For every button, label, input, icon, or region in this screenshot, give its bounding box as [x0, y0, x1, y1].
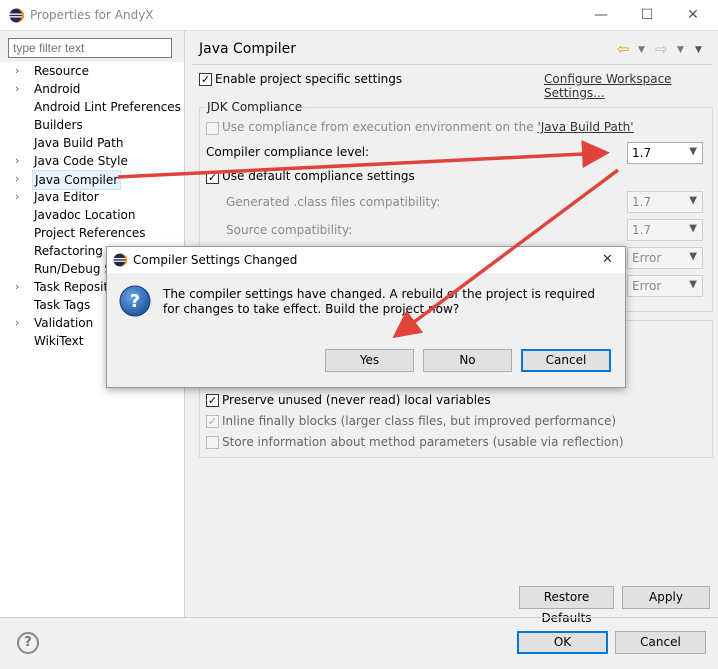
- chevron-down-icon: ▼: [689, 279, 697, 290]
- eclipse-icon: [9, 8, 24, 23]
- preserve-unused-label: Preserve unused (never read) local varia…: [222, 393, 491, 407]
- use-exec-env-label: Use compliance from execution environmen…: [222, 120, 634, 134]
- tree-item-label: Builders: [34, 118, 83, 132]
- minimize-button[interactable]: —: [578, 0, 624, 30]
- chevron-down-icon: ▼: [689, 195, 697, 206]
- inline-finally-label: Inline finally blocks (larger class file…: [222, 414, 617, 428]
- compliance-level-select[interactable]: 1.7 ▼: [627, 142, 703, 164]
- source-compat-label: Source compatibility:: [226, 223, 353, 237]
- page-title: Java Compiler: [199, 41, 297, 57]
- eclipse-icon: [113, 253, 127, 267]
- chevron-right-icon[interactable]: ›: [15, 62, 25, 80]
- tree-item-label: Validation: [34, 316, 94, 330]
- enable-specific-checkbox[interactable]: ✓: [199, 73, 212, 86]
- tree-item-label: WikiText: [34, 334, 84, 348]
- dialog-title: Compiler Settings Changed: [133, 253, 298, 267]
- source-compat-value: 1.7: [632, 223, 652, 237]
- use-default-label: Use default compliance settings: [222, 169, 415, 183]
- help-icon[interactable]: ?: [17, 632, 39, 654]
- ok-button[interactable]: OK: [517, 631, 608, 654]
- tree-item-label: Task Tags: [34, 298, 91, 312]
- chevron-right-icon[interactable]: ›: [15, 278, 25, 296]
- dialog-titlebar: Compiler Settings Changed ✕: [107, 247, 625, 273]
- chevron-right-icon[interactable]: ›: [15, 152, 25, 170]
- tree-item-label: Refactoring H: [34, 244, 116, 258]
- chevron-right-icon[interactable]: ›: [15, 80, 25, 98]
- tree-item-label: Android: [34, 82, 81, 96]
- java-build-path-link[interactable]: 'Java Build Path': [537, 120, 633, 134]
- cancel-button[interactable]: Cancel: [615, 631, 706, 654]
- use-exec-env-checkbox[interactable]: [206, 122, 219, 135]
- back-dropdown-icon[interactable]: ▼: [638, 45, 645, 55]
- chevron-down-icon: ▼: [689, 223, 697, 234]
- generated-compat-label: Generated .class files compatibility:: [226, 195, 441, 209]
- window-title: Properties for AndyX: [30, 8, 154, 22]
- error-select-1-value: Error: [632, 251, 662, 265]
- configure-workspace-link[interactable]: Configure Workspace Settings...: [544, 72, 718, 100]
- tree-item-label: Java Code Style: [34, 154, 128, 168]
- no-button[interactable]: No: [423, 349, 512, 372]
- chevron-right-icon[interactable]: ›: [15, 188, 25, 206]
- inline-finally-checkbox[interactable]: ✓: [206, 415, 219, 428]
- dialog-close-button[interactable]: ✕: [602, 252, 613, 267]
- yes-button[interactable]: Yes: [325, 349, 414, 372]
- chevron-down-icon: ▼: [689, 146, 697, 157]
- error-select-1[interactable]: Error ▼: [627, 247, 703, 269]
- tree-item-label: Project References: [34, 226, 146, 240]
- compliance-level-value: 1.7: [632, 146, 652, 160]
- chevron-right-icon[interactable]: ›: [15, 314, 25, 332]
- compiler-settings-dialog: Compiler Settings Changed ✕ ? The compil…: [106, 246, 626, 388]
- svg-text:?: ?: [130, 291, 140, 312]
- compliance-level-label: Compiler compliance level:: [206, 145, 370, 159]
- use-default-checkbox[interactable]: ✓: [206, 171, 219, 184]
- forward-arrow-icon[interactable]: ⇨: [655, 40, 668, 58]
- footer-separator: [0, 617, 718, 618]
- generated-compat-select[interactable]: 1.7 ▼: [627, 191, 703, 213]
- back-arrow-icon[interactable]: ⇦: [617, 40, 630, 58]
- tree-item-label: Java Build Path: [34, 136, 124, 150]
- tree-item-label: Java Editor: [34, 190, 99, 204]
- dialog-cancel-button[interactable]: Cancel: [521, 349, 611, 372]
- apply-button[interactable]: Apply: [622, 586, 710, 609]
- tree-item-label: Javadoc Location: [34, 208, 136, 222]
- title-separator: [192, 64, 712, 65]
- forward-dropdown-icon[interactable]: ▼: [677, 45, 684, 55]
- generated-compat-value: 1.7: [632, 195, 652, 209]
- maximize-button[interactable]: ☐: [624, 0, 670, 30]
- window-titlebar: Properties for AndyX — ☐ ✕: [0, 0, 718, 31]
- restore-defaults-button[interactable]: Restore Defaults: [519, 586, 614, 625]
- store-info-label: Store information about method parameter…: [222, 435, 624, 449]
- preserve-unused-checkbox[interactable]: ✓: [206, 394, 219, 407]
- filter-input[interactable]: [8, 38, 172, 58]
- chevron-right-icon[interactable]: ›: [15, 170, 25, 188]
- enable-specific-label: Enable project specific settings: [215, 72, 403, 86]
- source-compat-select[interactable]: 1.7 ▼: [627, 219, 703, 241]
- use-exec-env-text: Use compliance from execution environmen…: [222, 120, 538, 134]
- chevron-down-icon: ▼: [689, 251, 697, 262]
- tree-item-label: Android Lint Preferences: [34, 100, 181, 114]
- jdk-compliance-label: JDK Compliance: [204, 100, 306, 114]
- question-icon: ?: [119, 285, 151, 317]
- tree-item-label: Java Compiler: [32, 170, 122, 190]
- tree-item-label: Resource: [34, 64, 90, 78]
- error-select-2-value: Error: [632, 279, 662, 293]
- view-menu-icon[interactable]: ▼: [695, 45, 702, 55]
- store-info-checkbox[interactable]: [206, 436, 219, 449]
- dialog-message: The compiler settings have changed. A re…: [163, 287, 595, 316]
- window-close-button[interactable]: ✕: [670, 0, 716, 30]
- error-select-2[interactable]: Error ▼: [627, 275, 703, 297]
